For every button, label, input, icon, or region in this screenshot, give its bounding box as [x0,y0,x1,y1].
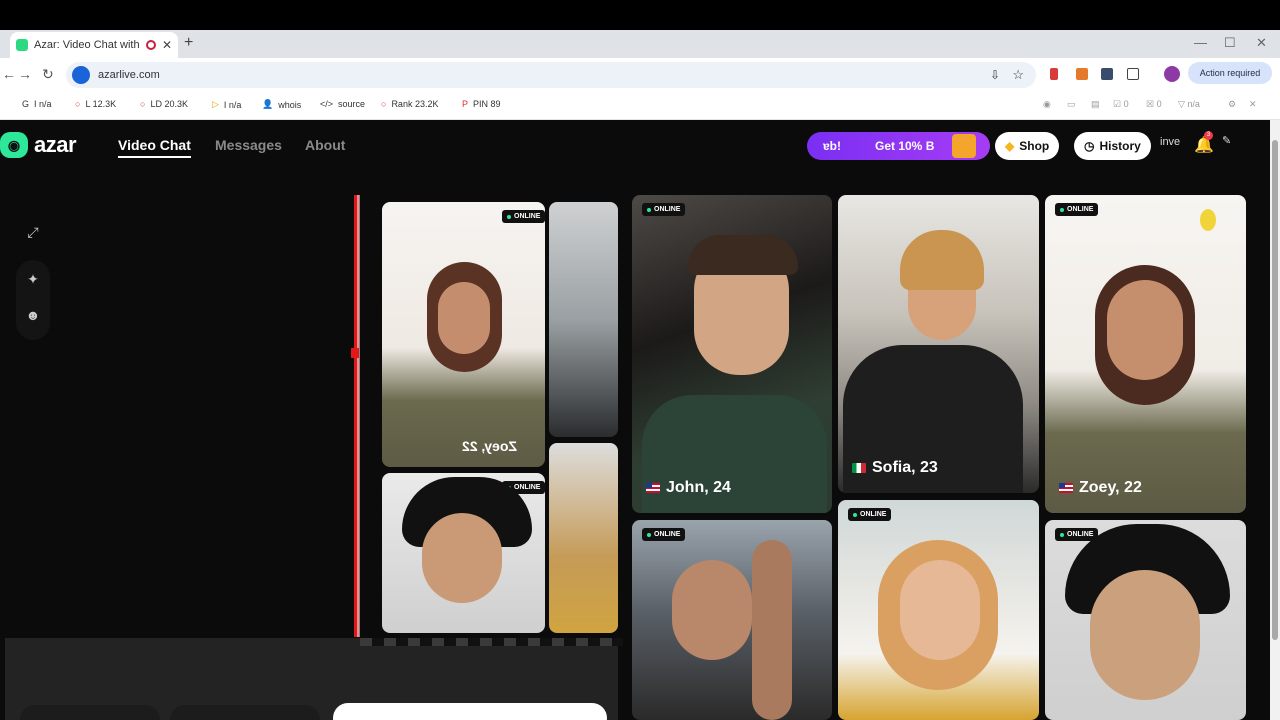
profile-card[interactable]: ONLINE [632,520,832,720]
preview-card: ONLINE [382,473,545,633]
start-button[interactable] [333,703,607,720]
profile-card[interactable]: ONLINE [1045,520,1246,720]
play-icon: ▷ [212,99,219,109]
online-badge: ONLINE [1055,203,1099,216]
browser-tab-bar: Azar: Video Chat with New ✕ + — ☐ ✕ [0,30,1280,58]
tab-title: Azar: Video Chat with New [34,39,140,51]
bookmark-star-icon[interactable]: ☆ [1012,67,1024,83]
bookmark-item[interactable]: 👤 whois [262,99,301,110]
notification-count: 3 [1204,131,1213,140]
circle-icon: ○ [75,99,81,109]
us-flag-icon [646,483,660,493]
forward-icon[interactable]: → [18,66,32,82]
new-tab-button[interactable]: + [184,34,193,52]
bookmark-item[interactable]: ○ Rank 23.2K [381,99,438,109]
code-icon: </> [320,99,334,109]
minimize-button[interactable]: — [1194,35,1207,50]
mirrored-caption: Zoey, 22 [462,438,517,454]
maximize-button[interactable]: ☐ [1224,35,1236,51]
info-icon[interactable]: ◉ [1043,99,1051,110]
nav-messages[interactable]: Messages [215,137,282,153]
close-window-button[interactable]: ✕ [1256,35,1267,51]
back-icon[interactable]: ← [2,66,16,82]
bookmark-item[interactable]: ○ L 12.3K [75,99,116,109]
history-label: History [1099,139,1141,153]
history-button[interactable]: ◷ History [1074,132,1151,160]
install-icon[interactable]: ⇩ [990,68,1000,82]
online-badge: ONLINE [848,508,892,521]
google-icon: G [22,99,30,109]
treasure-chest-icon [952,134,976,158]
extensions-puzzle-icon[interactable] [1127,68,1139,80]
profile-name: Zoey, 22 [1059,479,1142,497]
italy-flag-icon [852,463,866,473]
azar-logo-icon: ◉ [0,132,28,158]
notification-bell-icon[interactable]: 🔔 3 [1194,131,1214,155]
page-scrollbar[interactable] [1270,120,1280,720]
circle-icon: ○ [140,99,146,109]
profile-avatar[interactable] [1164,66,1180,82]
online-badge: ONLINE [502,210,545,223]
circle-icon: ○ [381,99,387,109]
nav-video-chat[interactable]: Video Chat [118,137,191,158]
logo-text: azar [34,132,77,157]
bookmark-item[interactable]: P PIN 89 [462,99,501,109]
counter-b: ☒ 0 [1146,99,1162,109]
control-button[interactable] [170,705,320,720]
preview-card [549,443,618,633]
profile-name: Sofia, 23 [852,459,938,477]
counter-a: ☑ 0 [1113,99,1129,109]
tab-close-icon[interactable]: ✕ [162,38,172,52]
nav-about[interactable]: About [305,137,345,153]
control-button[interactable] [20,705,160,720]
online-badge: ONLINE [642,203,686,216]
os-top-bar [0,0,1280,30]
url-text[interactable]: azarlive.com [98,69,160,81]
reload-icon[interactable]: ↻ [42,66,54,83]
us-flag-icon [1059,483,1073,493]
pin-extension-icon[interactable] [1050,68,1058,80]
user-icon: 👤 [262,99,274,109]
bookmark-item[interactable]: ▷ I n/a [212,99,241,110]
profile-card[interactable]: Sofia, 23 [838,195,1039,493]
recording-icon [145,40,156,50]
close-icon[interactable]: ✕ [1249,99,1257,110]
doc-icon[interactable]: ▤ [1091,99,1100,110]
azar-page: ◉ azar Video Chat Messages About ɐb! Get… [0,120,1270,720]
browser-tab[interactable]: Azar: Video Chat with New ✕ [10,32,178,58]
profile-card[interactable]: ONLINE [838,500,1039,720]
preview-card: ONLINE Zoey, 22 [382,202,545,467]
bookmark-item[interactable]: GI n/a [22,99,52,109]
profile-icon[interactable]: ✎ [1222,134,1231,147]
profile-card[interactable]: ONLINE Zoey, 22 [1045,195,1246,513]
clock-icon: ◷ [1084,139,1095,153]
action-required-button[interactable]: Action required [1188,62,1272,84]
shop-button[interactable]: ◆ Shop [995,132,1060,160]
promo-banner[interactable]: ɐb! Get 10% B [807,132,990,160]
bookmark-item[interactable]: </> source [320,99,365,109]
shop-label: Shop [1019,139,1050,153]
counter-c: ▽ n/a [1178,99,1200,109]
settings-gear-icon[interactable]: ⚙ [1228,99,1236,110]
extension-icon[interactable] [1076,68,1088,80]
gem-icon: ◆ [1005,139,1015,153]
bookmark-item[interactable]: ○ LD 20.3K [140,99,188,109]
bookmarks-bar: GI n/a ○ L 12.3K ○ LD 20.3K ▷ I n/a 👤 whois … [0,90,1280,120]
promo-text: Get 10% B [875,139,935,153]
promo-text-left: ɐb! [823,139,841,153]
profile-name: John, 24 [646,479,731,497]
inventory-icon[interactable]: inve [1160,136,1180,148]
profile-card[interactable]: ONLINE John, 24 [632,195,832,513]
screen-icon[interactable]: ▭ [1067,99,1076,110]
online-badge: ONLINE [642,528,686,541]
preview-card [549,202,618,437]
azar-logo[interactable]: ◉ azar [0,132,77,158]
omnibox[interactable]: azarlive.com ⇩ ☆ [66,62,1036,88]
azar-favicon-icon [16,39,28,51]
extension-icon[interactable] [1101,68,1113,80]
address-bar-row: ← → ↻ azarlive.com ⇩ ☆ [0,58,1280,90]
site-info-icon[interactable] [72,66,90,84]
pinterest-icon: P [462,99,469,109]
